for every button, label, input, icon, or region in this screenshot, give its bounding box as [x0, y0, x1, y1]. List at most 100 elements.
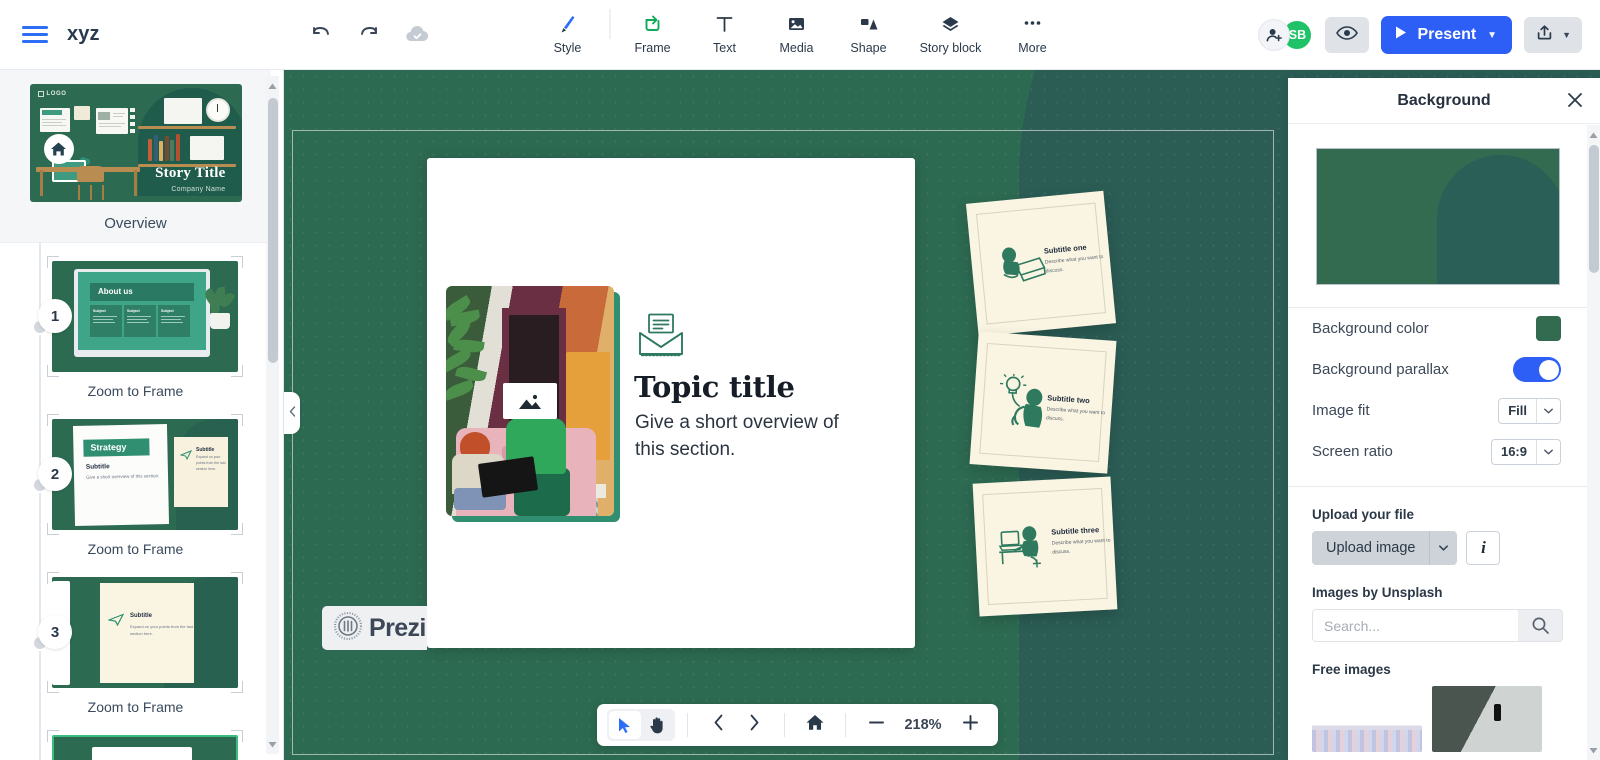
image-fit-value: Fill [1508, 403, 1527, 418]
slide-photo[interactable] [446, 286, 614, 516]
overview-item[interactable]: LOGO Story Title Company Name Overview [0, 70, 271, 243]
share-button[interactable]: ▼ [1524, 17, 1582, 53]
chevron-down-icon[interactable] [1536, 398, 1560, 423]
setting-label: Screen ratio [1312, 443, 1393, 460]
close-x-icon[interactable] [1566, 91, 1584, 114]
open-envelope-icon [637, 313, 685, 364]
overview-label: Overview [104, 215, 167, 232]
preview-arch-shape [1436, 155, 1559, 284]
play-icon [1394, 25, 1408, 45]
overview-paper [39, 108, 70, 132]
search-icon[interactable] [1518, 610, 1562, 641]
chevron-left-icon [289, 404, 296, 422]
frame-item[interactable]: About us Subject Subject Subject 1 Zoom … [0, 256, 271, 419]
tool-text[interactable]: Text [689, 7, 761, 55]
minus-icon [867, 713, 886, 737]
sidebar-scroll-thumb[interactable] [267, 98, 278, 363]
home-button[interactable] [797, 710, 833, 740]
tool-style-label: Style [553, 40, 582, 55]
zoom-in-button[interactable] [952, 710, 988, 740]
caret-down-icon[interactable] [1587, 742, 1600, 758]
slide-body-text[interactable]: Give a short overview of this section. [635, 410, 850, 464]
media-image-icon [786, 11, 808, 37]
prev-frame-button[interactable] [700, 710, 736, 740]
sidebar-scrollbar[interactable] [266, 76, 279, 754]
slide-canvas-object[interactable]: Topic title Give a short overview of thi… [427, 158, 915, 648]
tool-shape[interactable]: Shape [833, 7, 905, 55]
redo-icon[interactable] [353, 19, 385, 51]
background-preview[interactable] [1315, 148, 1560, 285]
caret-up-icon[interactable] [266, 78, 279, 94]
tool-media[interactable]: Media [761, 7, 833, 55]
free-image-thumbnail[interactable] [1312, 686, 1422, 752]
chevron-down-icon[interactable]: ▼ [1487, 30, 1497, 41]
sticky-card[interactable]: Subtitle three Describe what you want to… [972, 476, 1118, 617]
panel-body: Background color Background parallax Ima… [1288, 125, 1587, 760]
zoom-level[interactable]: 218% [894, 717, 952, 733]
tool-style[interactable]: Style [532, 7, 604, 55]
prezi-watermark[interactable]: Prezi [322, 606, 427, 650]
document-title[interactable]: xyz [67, 23, 100, 46]
tool-text-label: Text [713, 40, 736, 55]
overview-company-name: Company Name [171, 186, 226, 193]
caret-down-icon[interactable] [266, 736, 279, 752]
background-color-swatch[interactable] [1536, 316, 1561, 341]
frame-item[interactable]: Strategy Subtitle Give a short overview … [0, 414, 271, 577]
chevron-down-icon[interactable]: ▼ [1562, 30, 1571, 40]
panel-scrollbar[interactable] [1587, 125, 1600, 760]
slide-title[interactable]: Topic title [634, 370, 795, 404]
search-input[interactable] [1313, 610, 1518, 641]
collaborators: SB [1258, 19, 1314, 51]
screen-ratio-value: 16:9 [1500, 444, 1527, 459]
chevron-right-icon [749, 714, 760, 736]
hamburger-menu-icon[interactable] [22, 24, 48, 46]
caret-up-icon[interactable] [1587, 127, 1600, 143]
setting-label: Background parallax [1312, 361, 1449, 378]
panel-header: Background [1288, 78, 1600, 124]
panel-scroll-thumb[interactable] [1588, 145, 1599, 273]
tool-frame[interactable]: Frame [617, 7, 689, 55]
undo-icon[interactable] [305, 19, 337, 51]
sidebar-collapse-button[interactable] [284, 392, 300, 434]
tool-story-block[interactable]: Story block [905, 7, 997, 55]
frame-item[interactable]: Subtitle Expand on your points from the … [0, 572, 271, 735]
prezi-editor: xyz Style Frame Text Media Shape Story b… [0, 0, 1600, 760]
upload-image-button[interactable]: Upload image [1312, 531, 1458, 565]
upload-section: Upload your file Upload image i Images b… [1288, 507, 1587, 752]
home-icon [806, 714, 824, 736]
chevron-down-icon[interactable] [1536, 439, 1560, 464]
preview-button[interactable] [1325, 17, 1370, 53]
overview-chair [74, 166, 108, 200]
caret-down-icon[interactable] [1429, 531, 1457, 565]
frame-thumbnail[interactable]: Strategy Subtitle Give a short overview … [52, 419, 238, 530]
person-at-desk-illustration [997, 524, 1053, 576]
zoom-out-button[interactable] [858, 710, 894, 740]
present-button[interactable]: Present ▼ [1381, 16, 1513, 54]
tool-more[interactable]: More [997, 7, 1069, 55]
frame-thumbnail[interactable]: About us Subject Subject Subject [52, 261, 238, 372]
sticky-card[interactable]: Subtitle one Describe what you want to d… [965, 190, 1117, 337]
frame-item[interactable] [0, 730, 271, 760]
overview-paper [73, 106, 90, 120]
overview-thumbnail[interactable]: LOGO Story Title Company Name [29, 84, 242, 202]
sticky-card[interactable]: Subtitle two Describe what you want to d… [969, 331, 1117, 474]
screen-ratio-select[interactable]: 16:9 [1490, 438, 1561, 465]
image-fit-select[interactable]: Fill [1498, 397, 1561, 424]
unsplash-section-title: Images by Unsplash [1312, 585, 1443, 600]
free-image-thumbnail[interactable] [1432, 686, 1542, 752]
tool-story-block-label: Story block [919, 40, 982, 55]
frame2-title: Strategy [90, 441, 127, 453]
frame-thumbnail[interactable]: Subtitle Expand on your points from the … [52, 577, 238, 688]
frame-thumbnail[interactable] [52, 735, 238, 760]
shape-icon [858, 11, 880, 37]
prezi-logo-icon [333, 611, 363, 645]
upload-section-title: Upload your file [1312, 507, 1415, 522]
upload-info-button[interactable]: i [1466, 531, 1501, 565]
header-right-actions: SB Present ▼ ▼ [1258, 0, 1582, 70]
hand-pan-icon[interactable] [641, 711, 673, 739]
free-images-grid [1312, 686, 1563, 752]
person-reading-illustration [996, 242, 1050, 290]
arrow-cursor-icon[interactable] [609, 711, 641, 739]
next-frame-button[interactable] [736, 710, 772, 740]
background-parallax-toggle[interactable] [1513, 357, 1561, 382]
